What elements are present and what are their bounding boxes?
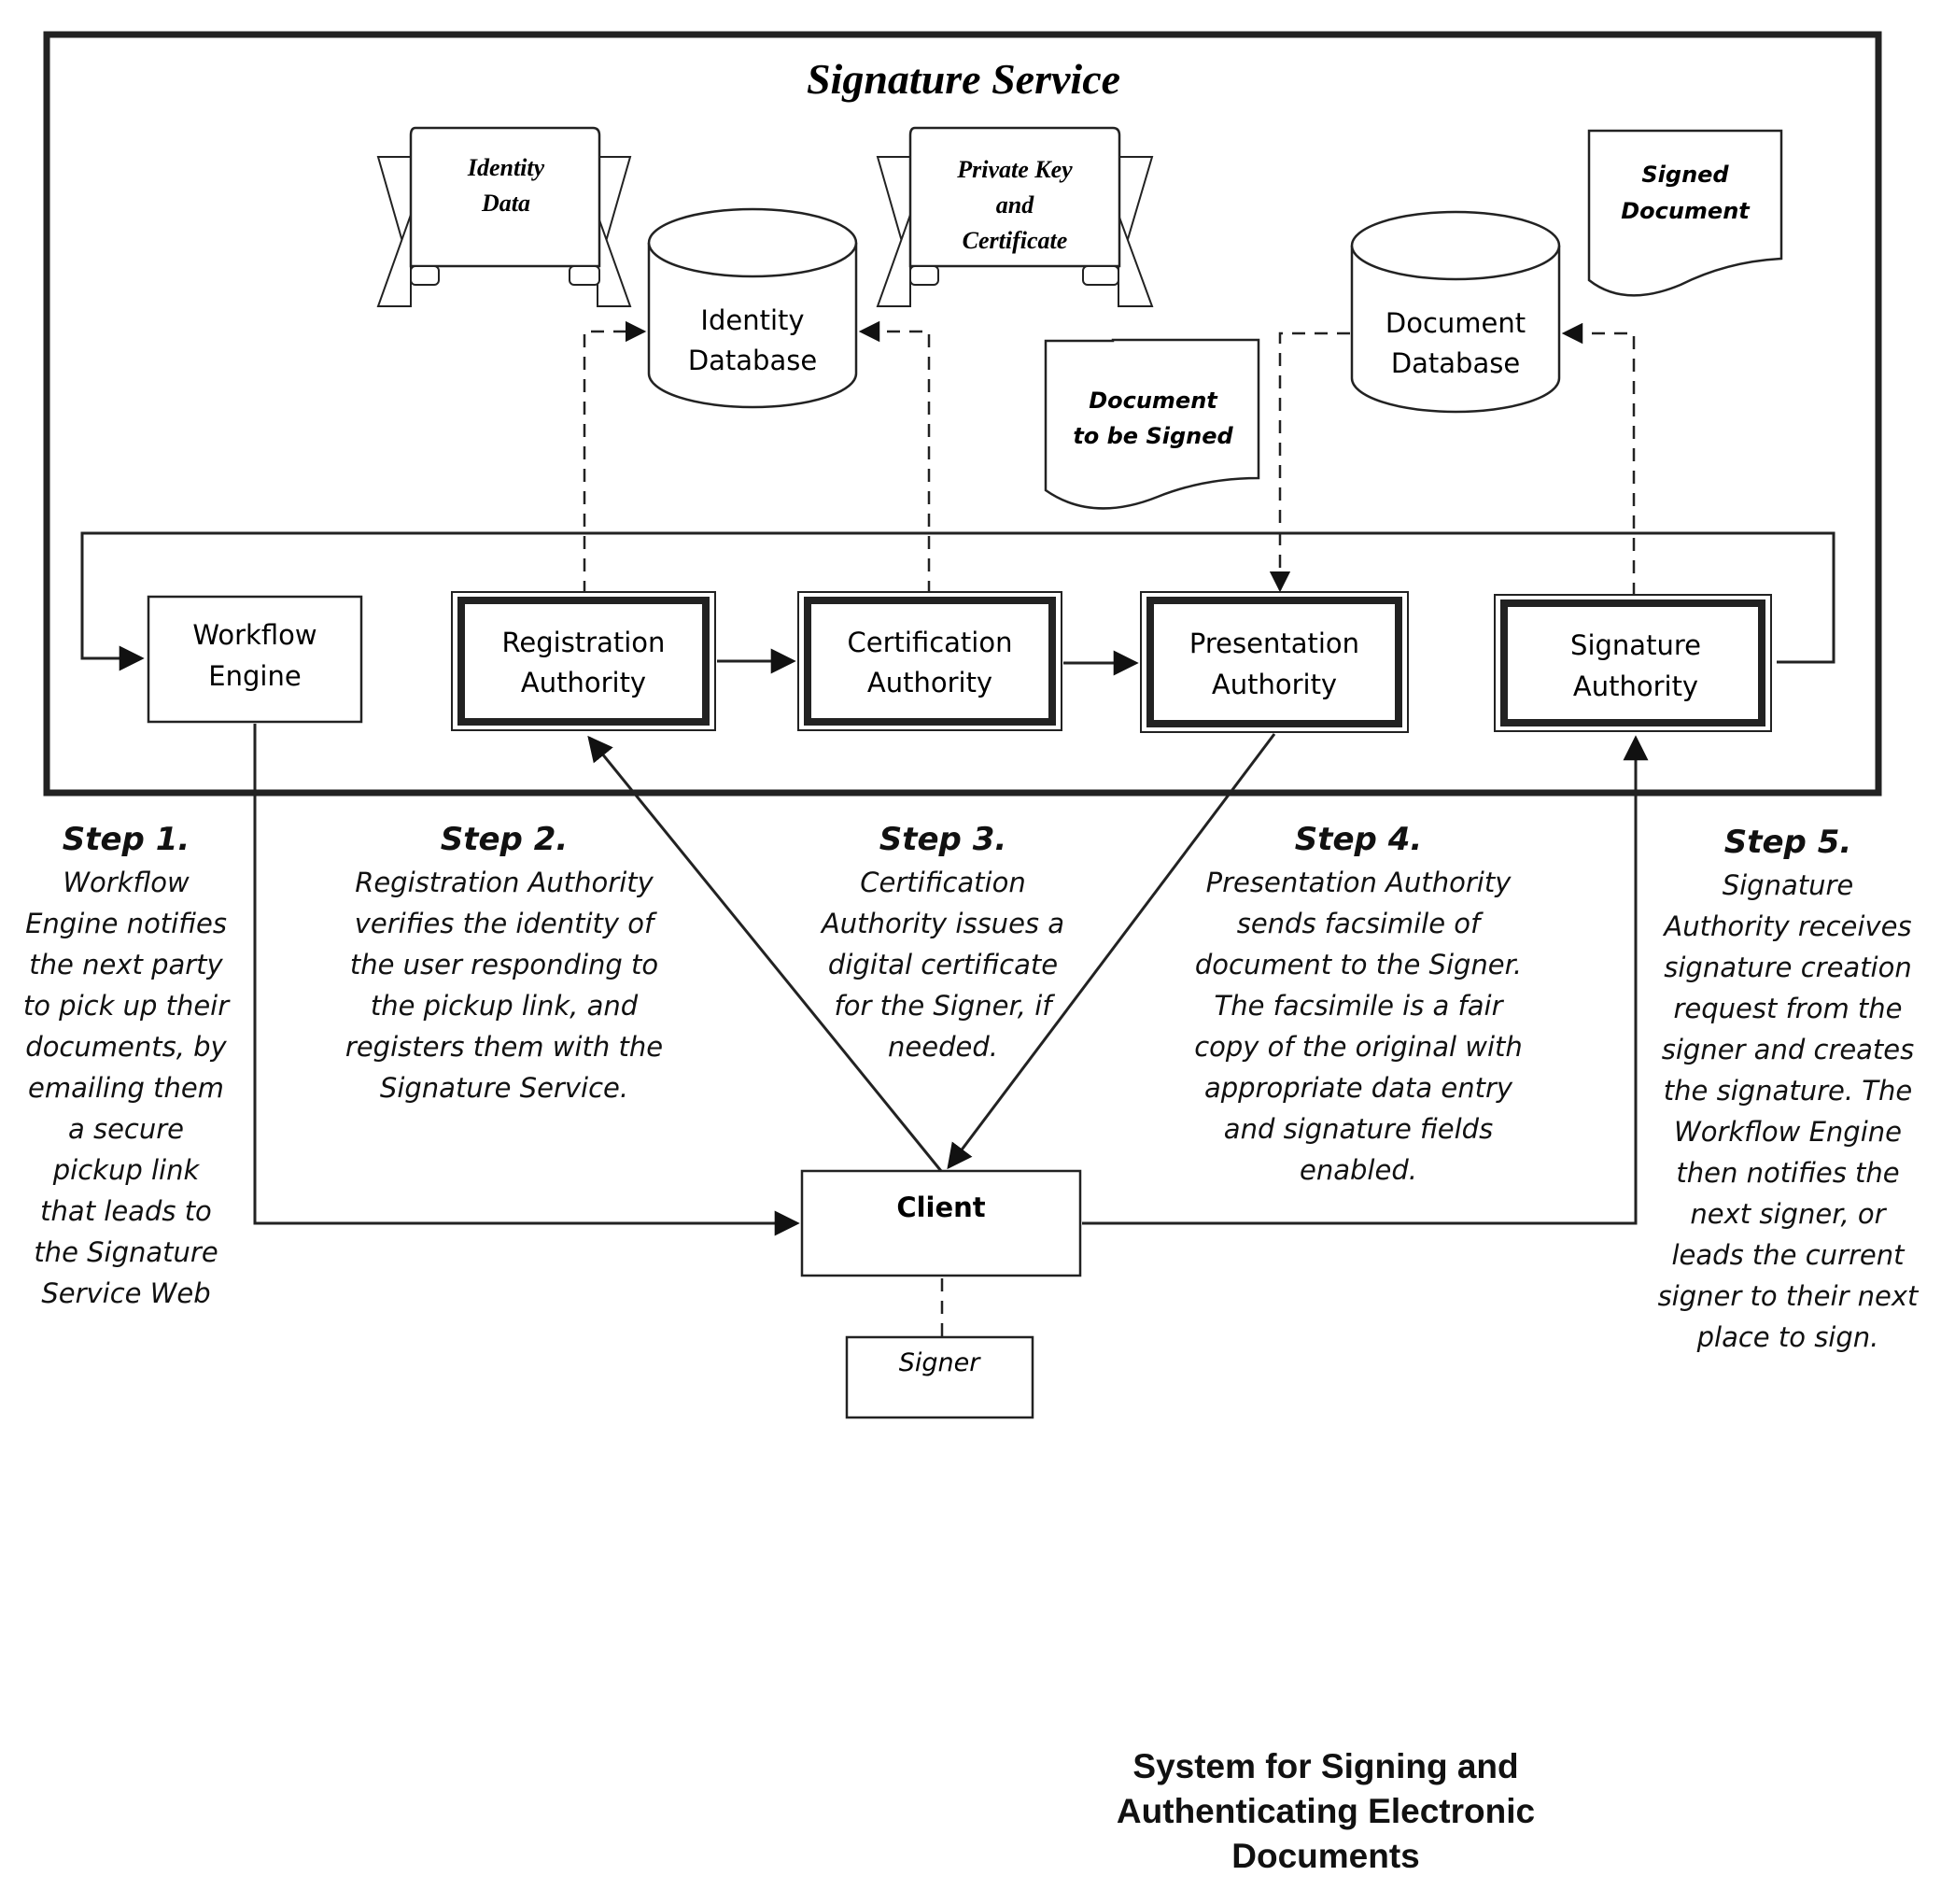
signature-to-document-db — [1561, 322, 1636, 596]
step-2-line: Signature Service. — [379, 1072, 629, 1104]
step-4-line: appropriate data entry — [1203, 1072, 1513, 1104]
client-label: Client — [896, 1192, 985, 1223]
document-to-be-signed: Document to be Signed — [1044, 338, 1260, 510]
step-3-line: needed. — [888, 1031, 998, 1063]
workflow-engine-line2: Engine — [208, 660, 301, 692]
step-2-title: Step 2. — [440, 821, 569, 858]
step-1: Step 1. Workflow Engine notifies the nex… — [9, 817, 243, 1314]
step-1-line: the Signature — [34, 1236, 218, 1268]
caption-line: Documents — [1231, 1837, 1420, 1875]
step-1-title: Step 1. — [62, 821, 190, 858]
step-2: Step 2. Registration Authority verifies … — [317, 817, 691, 1108]
identity-database-label-line2: Database — [688, 345, 817, 376]
step-1-line: Engine notifies — [25, 908, 227, 939]
caption-line: Authenticating Electronic — [1116, 1792, 1536, 1830]
step-5: Step 5. Signature Authority receives sig… — [1648, 820, 1928, 1358]
step-5-line: signer and creates — [1661, 1034, 1915, 1065]
signer-box: Signer — [845, 1335, 1034, 1419]
certification-authority-line2: Authority — [867, 667, 992, 698]
step-4: Step 4. Presentation Authority sends fac… — [1172, 817, 1545, 1191]
identity-database: Identity Database — [647, 207, 858, 409]
identity-data-label-line1: Identity — [467, 154, 545, 181]
private-key-label-line2: and — [996, 191, 1034, 219]
certification-authority-box: Certification Authority — [797, 591, 1062, 731]
registration-authority-box: Registration Authority — [451, 591, 716, 731]
step-1-line: that leads to — [40, 1195, 212, 1227]
private-key-certificate-scroll: Private Key and Certificate — [876, 126, 1154, 307]
step-5-line: place to sign. — [1696, 1321, 1879, 1353]
step-3-line: Authority issues a — [821, 908, 1065, 939]
step-3-title: Step 3. — [879, 821, 1007, 858]
document-database-label-line1: Document — [1385, 307, 1526, 339]
step-1-line: pickup link — [52, 1154, 200, 1186]
signature-authority-box: Signature Authority — [1494, 594, 1772, 732]
caption-line: System for Signing and — [1132, 1747, 1519, 1785]
registration-to-identity-db — [583, 320, 647, 594]
private-key-label-line1: Private Key — [956, 156, 1073, 183]
step-1-line: a secure — [67, 1113, 185, 1145]
step-2-line: registers them with the — [345, 1031, 664, 1063]
private-key-label-line3: Certificate — [963, 227, 1068, 254]
service-title: Signature Service — [807, 55, 1120, 103]
step-5-line: the signature. The — [1663, 1075, 1913, 1107]
identity-data-scroll: Identity Data — [376, 126, 632, 307]
identity-database-label-line1: Identity — [700, 304, 804, 336]
client-box: Client — [800, 1169, 1082, 1277]
step-5-line: signer to their next — [1657, 1280, 1919, 1312]
step-5-line: Workflow Engine — [1674, 1116, 1902, 1148]
step-5-line: signature creation — [1664, 952, 1912, 983]
step-1-line: Service Web — [41, 1277, 211, 1309]
step-5-line: Authority receives — [1664, 910, 1912, 942]
presentation-authority-line2: Authority — [1212, 669, 1337, 700]
step-5-line: then notifies the — [1676, 1157, 1900, 1189]
signature-authority-line2: Authority — [1573, 670, 1698, 702]
workflow-engine-box: Workflow Engine — [147, 595, 363, 724]
step-2-line: Registration Authority — [355, 867, 654, 898]
document-database-label-line2: Database — [1391, 347, 1520, 379]
step-4-line: sends facsimile of — [1236, 908, 1481, 939]
step-2-line: the user responding to — [349, 949, 659, 980]
step-4-line: document to the Signer. — [1194, 949, 1523, 980]
identity-data-label-line2: Data — [481, 190, 530, 217]
registration-authority-line2: Authority — [521, 667, 646, 698]
step-5-line: next signer, or — [1690, 1198, 1886, 1230]
certification-to-identity-db — [858, 320, 931, 594]
step-5-line: Signature — [1722, 869, 1854, 901]
step-4-line: Presentation Authority — [1205, 867, 1512, 898]
figure-caption: System for Signing and Authenticating El… — [1046, 1744, 1606, 1879]
step-2-line: the pickup link, and — [370, 990, 639, 1022]
document-database: Document Database — [1350, 210, 1561, 414]
step-4-line: enabled. — [1300, 1154, 1417, 1186]
step-4-title: Step 4. — [1294, 821, 1423, 858]
step-1-line: documents, by — [25, 1031, 227, 1063]
step-4-line: copy of the original with — [1194, 1031, 1523, 1063]
presentation-authority-line1: Presentation — [1189, 628, 1359, 659]
step-5-line: request from the — [1673, 993, 1903, 1024]
presentation-authority-box: Presentation Authority — [1140, 591, 1409, 733]
doc-to-sign-line1: Document — [1089, 388, 1218, 414]
registration-authority-line1: Registration — [502, 627, 666, 658]
signer-label: Signer — [899, 1348, 982, 1377]
step-3-line: digital certificate — [827, 949, 1059, 980]
step-3-line: Certification — [860, 867, 1026, 898]
document-db-to-presentation — [1269, 331, 1350, 593]
signature-authority-line1: Signature — [1570, 629, 1701, 661]
step-5-title: Step 5. — [1723, 824, 1852, 861]
step-3-line: for the Signer, if — [834, 990, 1052, 1022]
certification-authority-line1: Certification — [848, 627, 1013, 658]
signed-doc-line2: Document — [1621, 198, 1751, 224]
step-1-line: to pick up their — [22, 990, 230, 1022]
signed-doc-line1: Signed — [1641, 162, 1729, 188]
step-3: Step 3. Certification Authority issues a… — [803, 817, 1083, 1067]
step-1-line: emailing them — [28, 1072, 224, 1104]
workflow-engine-line1: Workflow — [192, 619, 316, 651]
step-4-line: and signature fields — [1223, 1113, 1494, 1145]
doc-to-sign-line2: to be Signed — [1073, 423, 1233, 449]
step-1-line: Workflow — [63, 867, 190, 898]
step-5-line: leads the current — [1671, 1239, 1905, 1271]
step-1-line: the next party — [29, 949, 223, 980]
step-4-line: The facsimile is a fair — [1214, 990, 1503, 1022]
signed-document: Signed Document — [1587, 129, 1783, 297]
step-2-line: verifies the identity of — [354, 908, 654, 939]
